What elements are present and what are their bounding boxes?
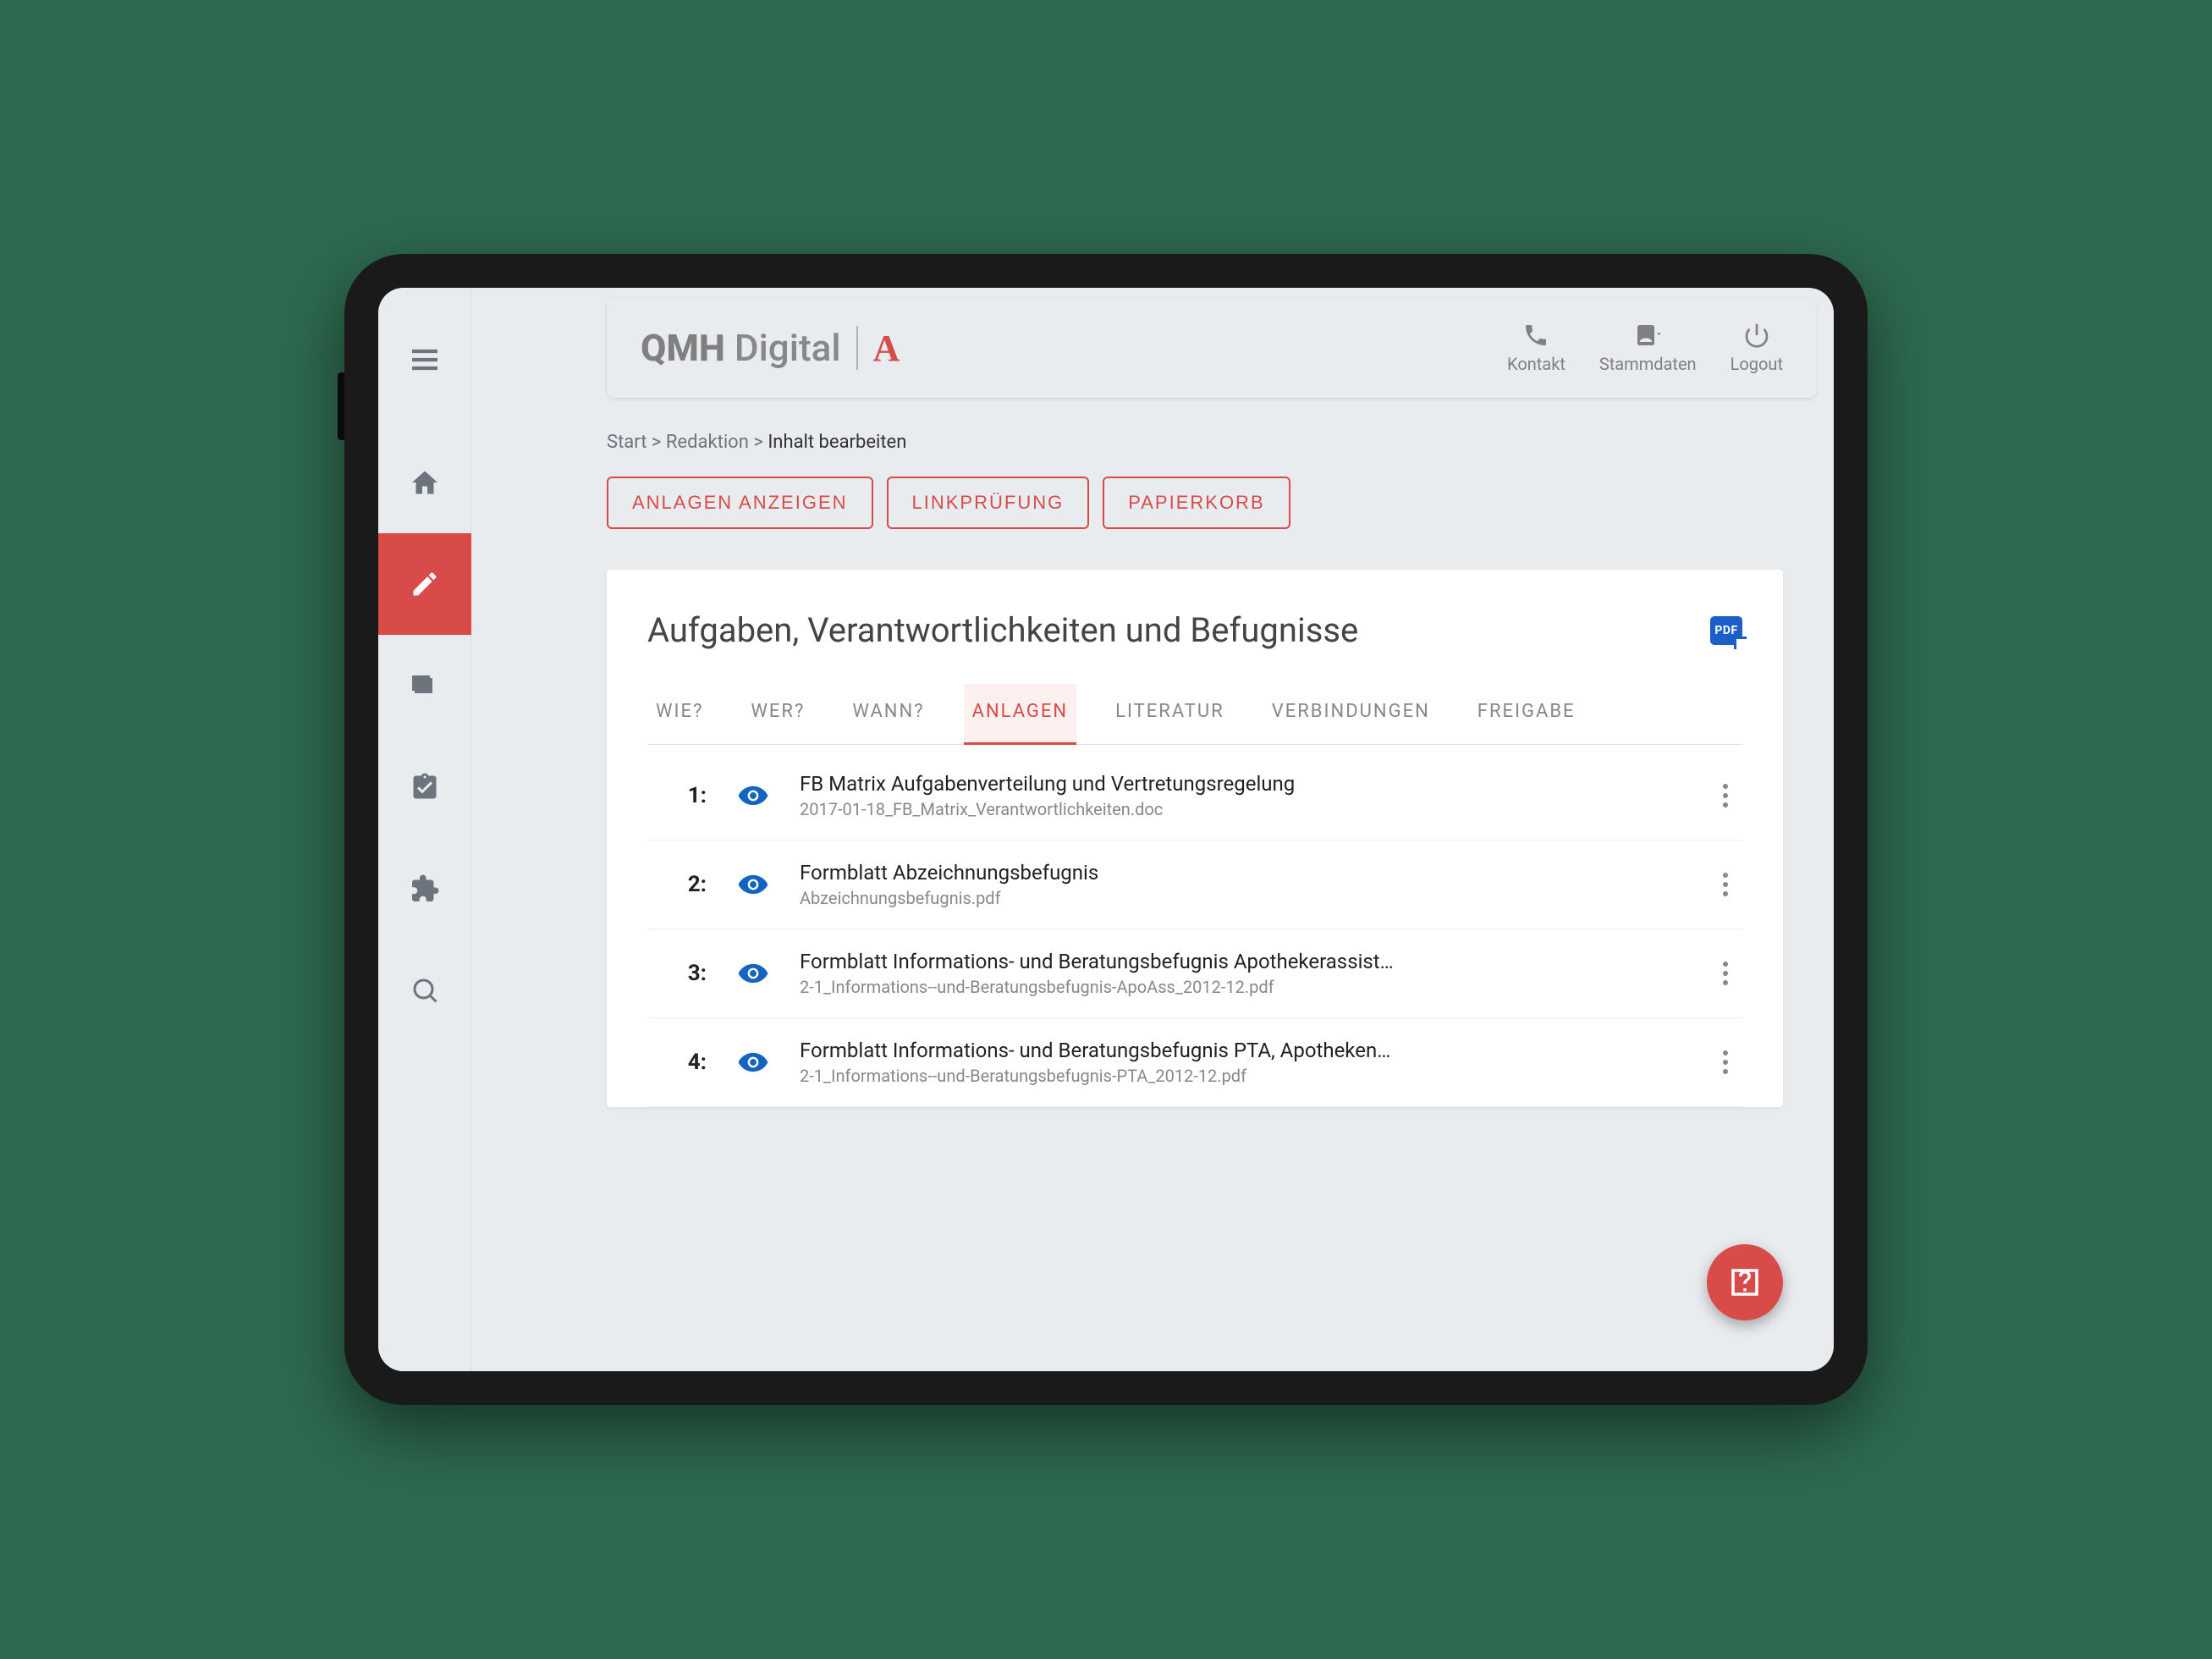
eye-icon bbox=[737, 957, 769, 989]
hamburger-icon bbox=[408, 343, 442, 377]
header-action-contact[interactable]: Kontakt bbox=[1507, 322, 1565, 374]
row-index: 1: bbox=[647, 783, 707, 808]
sidebar bbox=[378, 288, 471, 1371]
row-text[interactable]: Formblatt Informations- und Beratungsbef… bbox=[800, 950, 1683, 997]
phone-icon bbox=[1522, 322, 1549, 349]
sidebar-item-tasks[interactable] bbox=[378, 736, 471, 838]
attachment-row: 3: Formblatt Informations- und Beratungs… bbox=[647, 929, 1742, 1018]
attachment-row: 1: FB Matrix Aufgabenverteilung und Vert… bbox=[647, 752, 1742, 841]
row-file: Abzeichnungsbefugnis.pdf bbox=[800, 888, 1683, 908]
tab-literatur[interactable]: LITERATUR bbox=[1107, 684, 1233, 744]
row-index: 3: bbox=[647, 961, 707, 986]
content: Start > Redaktion > Inhalt bearbeiten AN… bbox=[471, 398, 1834, 1371]
row-file: 2-1_Informations--und-Beratungsbefugnis-… bbox=[800, 1066, 1683, 1086]
card-header: Aufgaben, Verantwortlichkeiten und Befug… bbox=[647, 610, 1742, 650]
eye-icon bbox=[737, 1046, 769, 1078]
sidebar-item-search[interactable] bbox=[378, 940, 471, 1041]
card-title: Aufgaben, Verantwortlichkeiten und Befug… bbox=[647, 610, 1358, 650]
tab-wann[interactable]: WANN? bbox=[844, 684, 933, 744]
help-icon bbox=[1727, 1265, 1763, 1300]
row-overflow-menu[interactable] bbox=[1709, 873, 1742, 896]
visibility-toggle[interactable] bbox=[732, 868, 774, 901]
sidebar-item-library[interactable] bbox=[378, 635, 471, 736]
breadcrumb-current: Inhalt bearbeiten bbox=[768, 432, 906, 453]
show-attachments-button[interactable]: ANLAGEN ANZEIGEN bbox=[607, 477, 873, 529]
visibility-toggle[interactable] bbox=[732, 957, 774, 989]
eye-icon bbox=[737, 780, 769, 812]
puzzle-icon bbox=[410, 874, 440, 904]
book-stack-icon bbox=[410, 670, 440, 701]
header-action-logout-label: Logout bbox=[1731, 354, 1783, 374]
attachment-row: 4: Formblatt Informations- und Beratungs… bbox=[647, 1018, 1742, 1107]
row-file: 2-1_Informations--und-Beratungsbefugnis-… bbox=[800, 977, 1683, 997]
breadcrumb-mid[interactable]: Redaktion bbox=[666, 432, 749, 453]
tab-verbindungen[interactable]: VERBINDUNGEN bbox=[1263, 684, 1439, 744]
clipboard-icon bbox=[410, 772, 440, 802]
row-title: Formblatt Informations- und Beratungsbef… bbox=[800, 1039, 1683, 1062]
brand-separator bbox=[856, 326, 858, 370]
tabs: WIE? WER? WANN? ANLAGEN LITERATUR VERBIN… bbox=[647, 684, 1742, 745]
pencil-icon bbox=[410, 569, 440, 599]
row-text[interactable]: Formblatt Informations- und Beratungsbef… bbox=[800, 1039, 1683, 1086]
sidebar-item-plugins[interactable] bbox=[378, 838, 471, 940]
row-file: 2017-01-18_FB_Matrix_Verantwortlichkeite… bbox=[800, 799, 1683, 819]
menu-button[interactable] bbox=[378, 322, 471, 398]
screen: QMH Digital A Kontakt Stammdaten bbox=[378, 288, 1834, 1371]
row-overflow-menu[interactable] bbox=[1709, 1050, 1742, 1074]
help-fab[interactable] bbox=[1707, 1244, 1783, 1320]
row-overflow-menu[interactable] bbox=[1709, 962, 1742, 985]
header-actions: Kontakt Stammdaten Logout bbox=[1507, 322, 1783, 374]
card: Aufgaben, Verantwortlichkeiten und Befug… bbox=[607, 570, 1783, 1107]
power-icon bbox=[1743, 322, 1770, 349]
attachment-row: 2: Formblatt Abzeichnungsbefugnis Abzeic… bbox=[647, 841, 1742, 929]
row-text[interactable]: FB Matrix Aufgabenverteilung und Vertret… bbox=[800, 772, 1683, 819]
account-icon bbox=[1634, 322, 1661, 349]
brand-glyph: A bbox=[873, 327, 900, 370]
row-overflow-menu[interactable] bbox=[1709, 784, 1742, 807]
row-title: FB Matrix Aufgabenverteilung und Vertret… bbox=[800, 772, 1683, 796]
header-action-contact-label: Kontakt bbox=[1507, 354, 1565, 374]
trash-button[interactable]: PAPIERKORB bbox=[1103, 477, 1290, 529]
home-icon bbox=[410, 467, 440, 498]
brand-text: QMH Digital bbox=[641, 326, 841, 370]
link-check-button[interactable]: LINKPRÜFUNG bbox=[887, 477, 1090, 529]
brand: QMH Digital A bbox=[641, 326, 900, 370]
sidebar-item-home[interactable] bbox=[378, 432, 471, 533]
visibility-toggle[interactable] bbox=[732, 1046, 774, 1078]
header-action-logout[interactable]: Logout bbox=[1731, 322, 1783, 374]
header-bar: QMH Digital A Kontakt Stammdaten bbox=[607, 298, 1817, 398]
tab-wie[interactable]: WIE? bbox=[647, 684, 712, 744]
search-icon bbox=[410, 975, 440, 1006]
main: QMH Digital A Kontakt Stammdaten bbox=[471, 288, 1834, 1371]
header-action-masterdata[interactable]: Stammdaten bbox=[1599, 322, 1697, 374]
row-title: Formblatt Abzeichnungsbefugnis bbox=[800, 861, 1683, 885]
tab-anlagen[interactable]: ANLAGEN bbox=[964, 684, 1077, 744]
breadcrumb: Start > Redaktion > Inhalt bearbeiten bbox=[607, 432, 1783, 453]
breadcrumb-sep: > bbox=[753, 432, 763, 453]
tablet-frame: QMH Digital A Kontakt Stammdaten bbox=[344, 254, 1868, 1405]
sidebar-item-edit[interactable] bbox=[378, 533, 471, 635]
tab-wer[interactable]: WER? bbox=[742, 684, 813, 744]
breadcrumb-start[interactable]: Start bbox=[607, 432, 647, 453]
pdf-export-button[interactable]: PDF bbox=[1710, 616, 1742, 645]
row-index: 4: bbox=[647, 1050, 707, 1075]
row-index: 2: bbox=[647, 872, 707, 897]
breadcrumb-sep: > bbox=[652, 432, 662, 453]
attachment-rows: 1: FB Matrix Aufgabenverteilung und Vert… bbox=[647, 752, 1742, 1107]
row-title: Formblatt Informations- und Beratungsbef… bbox=[800, 950, 1683, 973]
action-buttons: ANLAGEN ANZEIGEN LINKPRÜFUNG PAPIERKORB bbox=[607, 477, 1783, 529]
header-action-masterdata-label: Stammdaten bbox=[1599, 354, 1697, 374]
row-text[interactable]: Formblatt Abzeichnungsbefugnis Abzeichnu… bbox=[800, 861, 1683, 908]
visibility-toggle[interactable] bbox=[732, 780, 774, 812]
eye-icon bbox=[737, 868, 769, 901]
tab-freigabe[interactable]: FREIGABE bbox=[1469, 684, 1584, 744]
